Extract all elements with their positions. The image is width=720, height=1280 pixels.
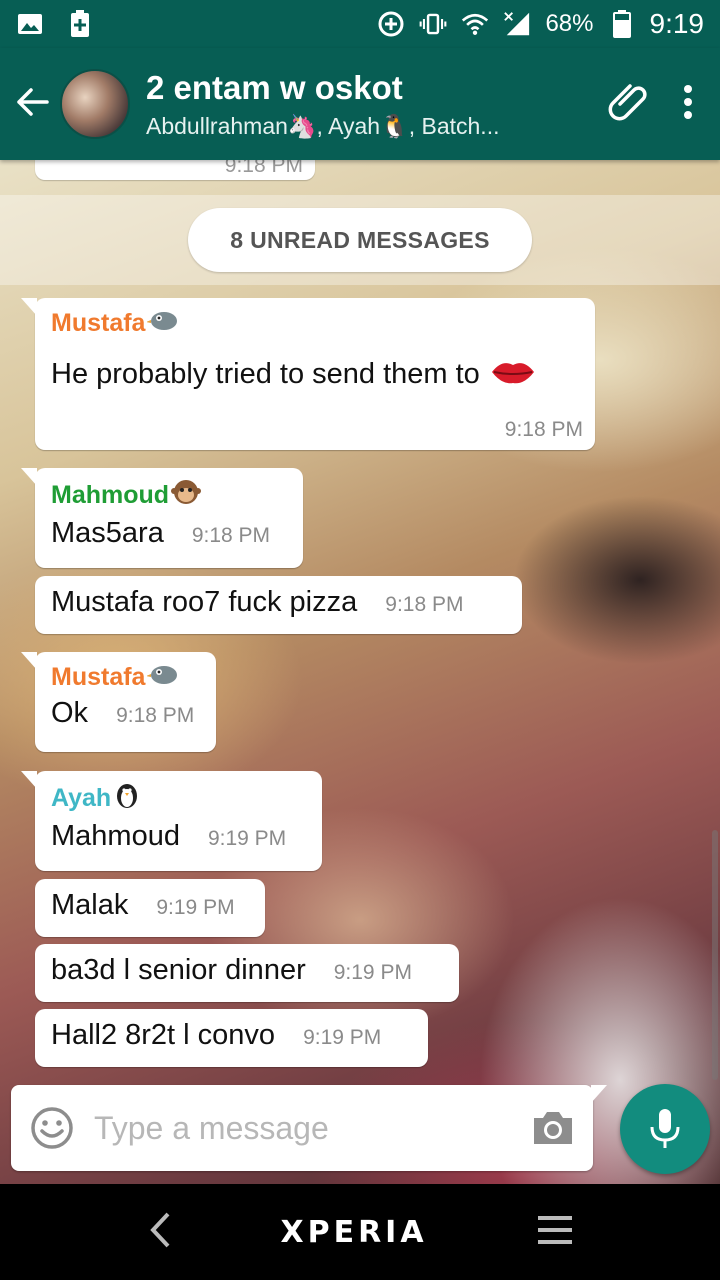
message-bubble[interactable]: Malak 9:19 PM [35, 879, 265, 937]
back-button[interactable] [4, 48, 60, 160]
monkey-emoji-icon [171, 478, 202, 513]
gallery-notification-icon [16, 10, 44, 38]
message-bubble[interactable]: Hall2 8r2t l convo 9:19 PM [35, 1009, 428, 1067]
voice-message-button[interactable] [620, 1084, 710, 1174]
message-text: Hall2 8r2t l convo [51, 1019, 276, 1051]
message-bubble[interactable]: Mustafa Ok 9:18 PM [21, 652, 216, 752]
previous-message-bubble[interactable]: 9:18 PM [35, 160, 315, 180]
sender-name: Mahmoud [51, 481, 170, 509]
vibrate-icon [419, 10, 447, 38]
smiley-icon [31, 1107, 74, 1149]
message-time: 9:19 PM [333, 961, 412, 984]
message-time: 9:19 PM [156, 896, 235, 919]
more-vert-icon [684, 84, 692, 119]
clock: 9:19 [649, 8, 705, 39]
mic-icon [650, 1109, 680, 1148]
chat-title: 2 entam w oskot [146, 68, 403, 106]
message-sender: Ayah [51, 781, 308, 816]
signal-icon [503, 10, 531, 38]
message-text: Mas5ara [51, 517, 164, 549]
chat-participants: Abdullrahman🦄, Ayah🐧, Batch... [146, 112, 500, 139]
message-text: Mustafa roo7 fuck pizza [51, 586, 358, 618]
message-list[interactable]: 9:18 PM 8 UNREAD MESSAGES Mustafa He pro… [0, 160, 720, 1084]
paperclip-icon [608, 83, 647, 120]
message-text: ba3d l senior dinner [51, 954, 306, 986]
battery-icon [608, 10, 636, 38]
lips-emoji-icon [490, 357, 536, 392]
message-time: 9:19 PM [303, 1026, 382, 1049]
chat-title-block[interactable]: 2 entam w oskot Abdullrahman🦄, Ayah🐧, Ba… [146, 69, 608, 140]
data-saver-icon [377, 10, 405, 38]
message-text: Ok [51, 697, 89, 729]
emoji-button[interactable] [11, 1085, 94, 1171]
message-text: Malak [51, 889, 129, 921]
chat-header: 2 entam w oskot Abdullrahman🦄, Ayah🐧, Ba… [0, 48, 720, 160]
message-sender: Mustafa [51, 662, 202, 693]
camera-button[interactable] [514, 1085, 593, 1171]
message-bubble[interactable]: Mustafa He probably tried to send them t… [21, 298, 595, 450]
chevron-left-icon [150, 1212, 170, 1247]
message-bubble[interactable]: Mahmoud Mas5ara 9:18 PM [21, 468, 303, 568]
message-bubble[interactable]: ba3d l senior dinner 9:19 PM [35, 944, 459, 1002]
brand-logo: XPERIA [280, 1214, 428, 1250]
message-time: 9:18 PM [504, 418, 583, 441]
status-bar: 68% 9:19 [0, 0, 720, 48]
message-time: 9:18 PM [116, 704, 195, 727]
message-bubble[interactable]: Mustafa roo7 fuck pizza 9:18 PM [35, 576, 522, 634]
message-input[interactable] [93, 1098, 514, 1158]
message-bubble[interactable]: Ayah Mahmoud 9:19 PM [21, 771, 322, 871]
message-time: 9:18 PM [385, 593, 464, 616]
scrollbar[interactable] [712, 830, 718, 1080]
battery-saver-notification-icon [66, 10, 94, 38]
bird-emoji-icon [146, 308, 179, 339]
message-composer [11, 1085, 607, 1171]
battery-percent: 68% [545, 10, 594, 37]
unread-messages-banner: 8 UNREAD MESSAGES [188, 208, 532, 272]
message-text: Mahmoud [51, 820, 180, 852]
message-time: 9:18 PM [191, 524, 271, 547]
sender-name: Mustafa [51, 309, 146, 337]
menu-button[interactable] [682, 84, 694, 125]
arrow-left-icon [15, 87, 49, 122]
message-time: 9:19 PM [207, 827, 287, 850]
penguin-emoji-icon [113, 781, 141, 816]
sender-name: Mustafa [51, 663, 146, 691]
hamburger-icon [538, 1215, 572, 1244]
attach-button[interactable] [608, 80, 652, 129]
camera-icon [534, 1112, 573, 1144]
nav-back-button[interactable] [148, 1211, 172, 1254]
message-text: He probably tried to send them to [51, 358, 480, 390]
system-navigation-bar: XPERIA [0, 1184, 720, 1280]
message-sender: Mahmoud [51, 478, 289, 513]
nav-menu-button[interactable] [536, 1214, 574, 1251]
bird-emoji-icon [146, 662, 179, 693]
sender-name: Ayah [51, 784, 112, 812]
message-time: 9:18 PM [224, 160, 303, 177]
message-sender: Mustafa [51, 308, 581, 339]
wifi-icon [461, 10, 489, 38]
group-avatar[interactable] [60, 69, 130, 139]
